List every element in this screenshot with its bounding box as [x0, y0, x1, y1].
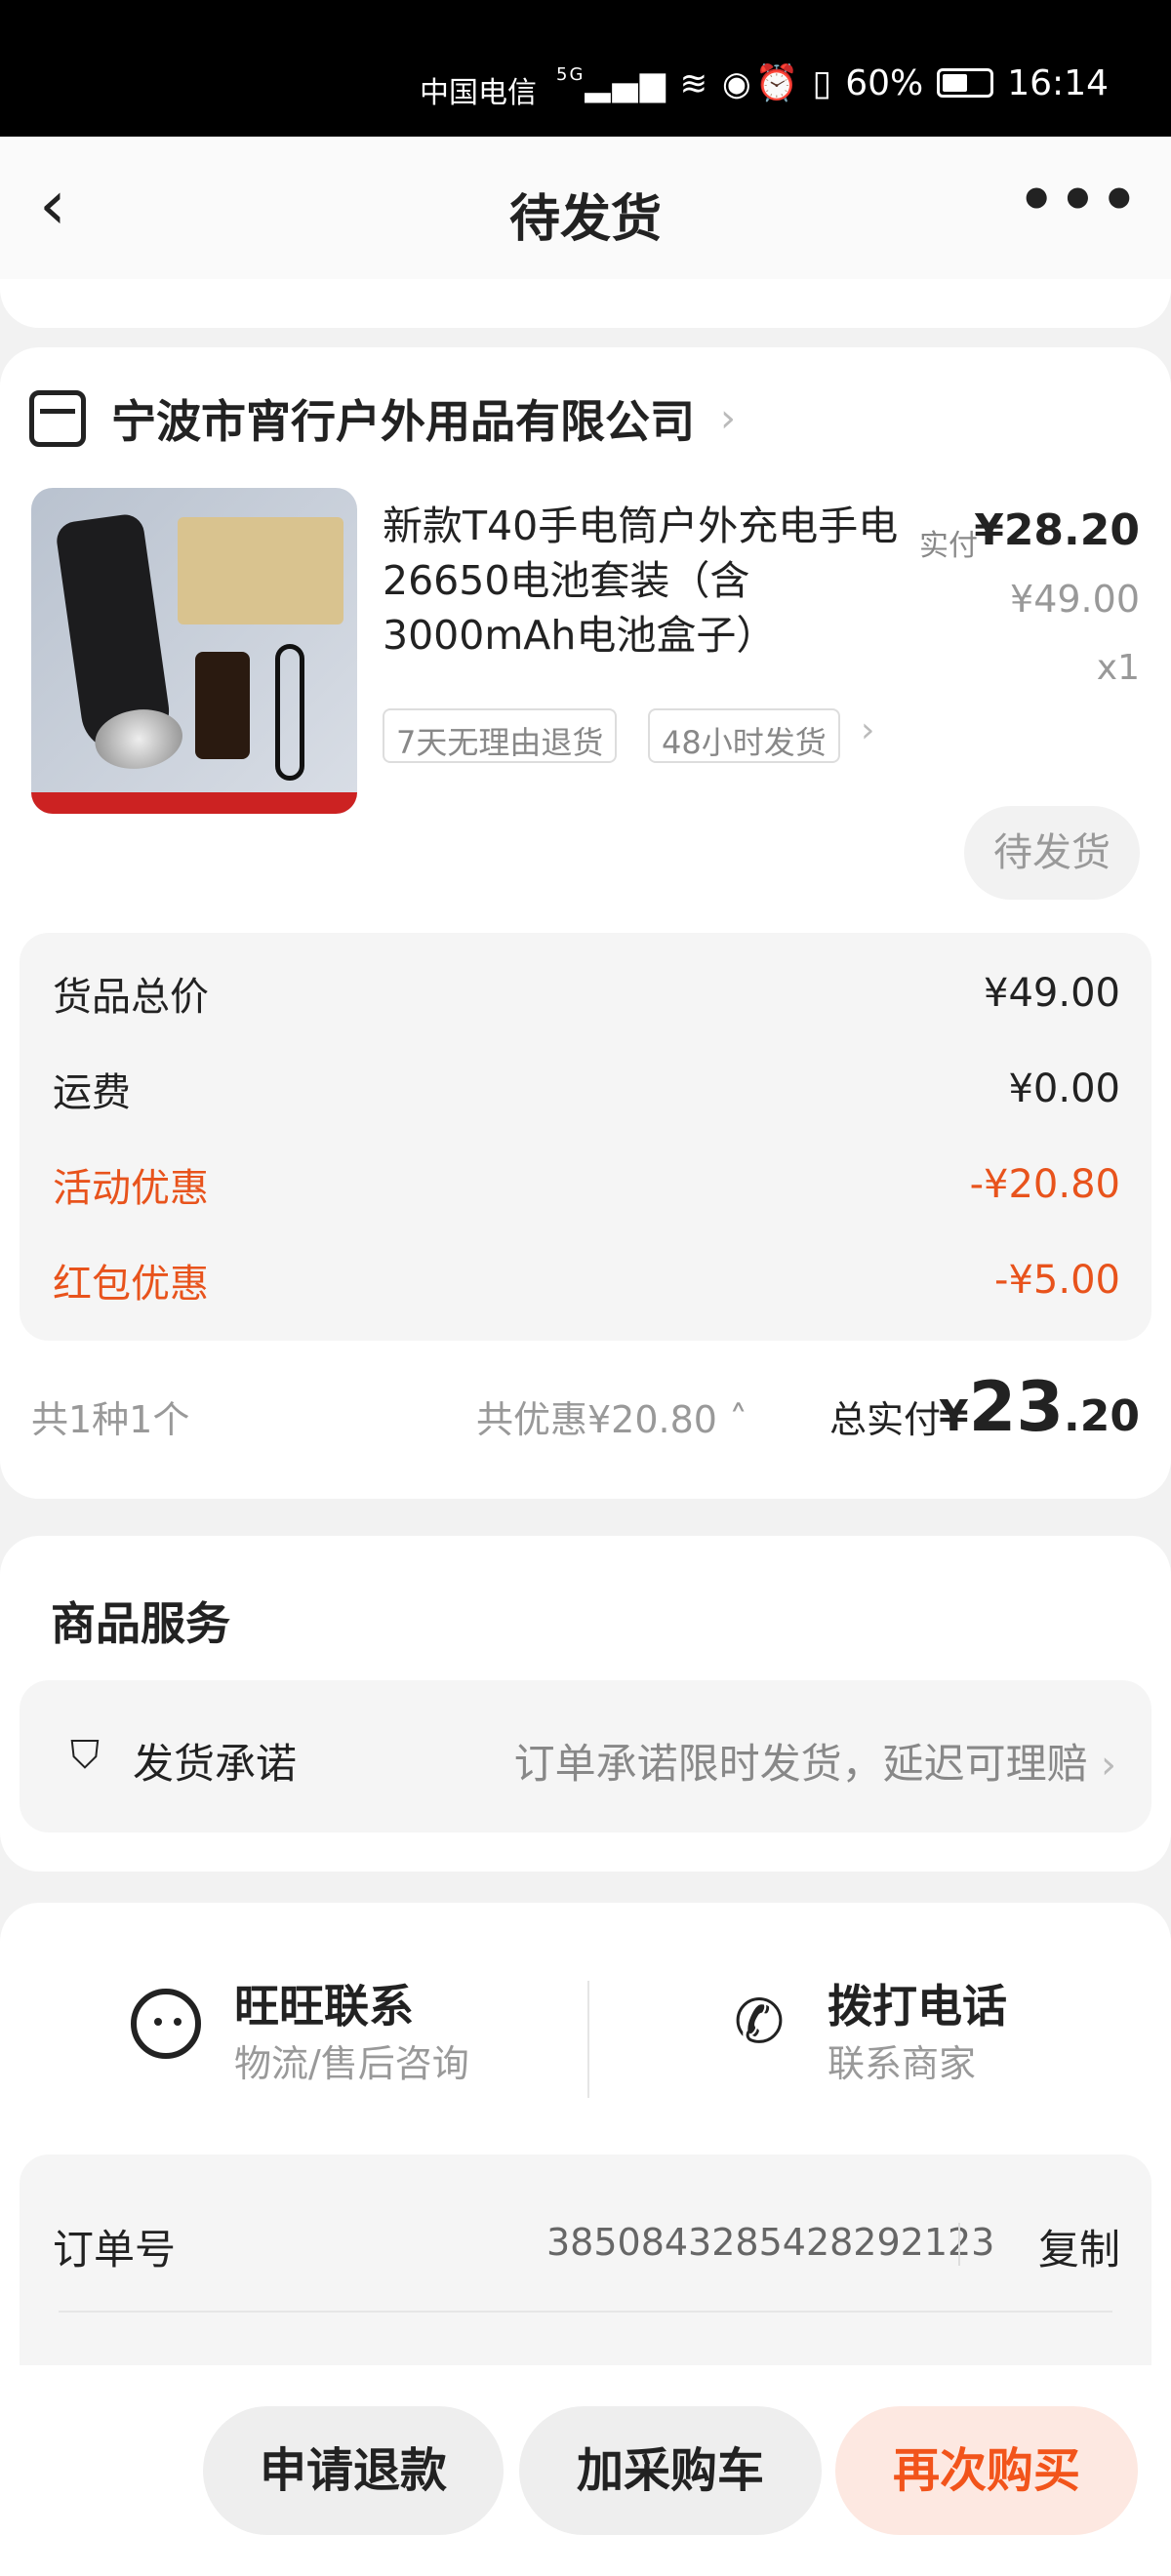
divider [587, 1981, 589, 2098]
price-breakdown: 货品总价 ¥49.00 运费 ¥0.00 活动优惠 -¥20.80 红包优惠 -… [20, 933, 1151, 1341]
store-name: 宁波市宵行户外用品有限公司 [111, 395, 695, 448]
price-label: 红包优惠 [53, 1262, 209, 1307]
discount-total[interactable]: 共优惠¥20.80 ˄ [476, 1389, 747, 1443]
price-row-redpacket: 红包优惠 -¥5.00 [53, 1251, 1120, 1309]
carrier-label: 中国电信 [420, 76, 537, 110]
wangwang-title: 旺旺联系 [234, 1980, 414, 2033]
store-row[interactable]: 宁波市宵行户外用品有限公司 › [29, 386, 736, 451]
nav-bar: ‹ 待发货 ••• [0, 137, 1171, 279]
copy-button[interactable]: 复制 [1038, 2217, 1120, 2276]
more-icon[interactable]: ••• [1018, 166, 1142, 234]
phone-subtitle: 联系商家 [828, 2042, 977, 2085]
refund-button[interactable]: 申请退款 [203, 2406, 504, 2535]
total-integer: 23 [968, 1367, 1065, 1447]
add-to-cart-button[interactable]: 加采购车 [519, 2406, 822, 2535]
total-label: 总实付 [829, 1398, 942, 1441]
item-count: 共1种1个 [31, 1398, 190, 1441]
price-label: 活动优惠 [53, 1166, 209, 1211]
phone-title: 拨打电话 [828, 1980, 1007, 2033]
network-label: 5G [556, 64, 586, 85]
wangwang-icon [131, 1989, 201, 2059]
service-name: 发货承诺 [133, 1740, 298, 1788]
price-label: 货品总价 [53, 975, 209, 1020]
currency-symbol: ¥ [939, 1391, 969, 1441]
chevron-right-icon: › [720, 396, 736, 441]
quantity: x1 [1096, 648, 1140, 688]
price-row-goods: 货品总价 ¥49.00 [53, 964, 1120, 1023]
service-row[interactable]: ⛉ 发货承诺 订单承诺限时发货，延迟可理赔 › [20, 1680, 1151, 1832]
price-row-promo: 活动优惠 -¥20.80 [53, 1155, 1120, 1214]
page-title: 待发货 [508, 190, 662, 249]
product-image[interactable] [31, 488, 357, 814]
status-bar: 中国电信 5G▂▄▆ ≋ ◉ ⏰ ▯ 60% 16:14 [0, 0, 1171, 137]
order-card: 宁波市宵行户外用品有限公司 › 新款T40手电筒户外充电手电26650电池套装（… [0, 347, 1171, 1499]
clock: 16:14 [1007, 62, 1109, 103]
battery-icon [937, 68, 994, 98]
chevron-right-icon: › [1101, 1743, 1116, 1788]
tag-shipping: 48小时发货 [648, 708, 840, 763]
action-bar: 申请退款 加采购车 再次购买 [0, 2365, 1171, 2576]
discount-text: 共优惠¥20.80 [476, 1398, 717, 1441]
battery-percent: 60% [845, 62, 924, 103]
price-value: ¥0.00 [1008, 1067, 1120, 1111]
price-value: -¥20.80 [969, 1162, 1120, 1207]
divider [59, 2311, 1112, 2313]
original-price: ¥49.00 [1010, 578, 1140, 621]
paid-price: ¥28.20 [974, 505, 1140, 555]
total-decimal: .20 [1064, 1391, 1140, 1441]
order-number: 3850843285428292123 [546, 2221, 995, 2264]
order-number-label: 订单号 [53, 2226, 177, 2274]
status-badge[interactable]: 待发货 [964, 806, 1140, 900]
alarm-icon: ⏰ [754, 63, 799, 103]
chevron-right-icon[interactable]: › [861, 710, 874, 750]
buy-again-button[interactable]: 再次购买 [835, 2406, 1138, 2535]
shield-check-icon: ⛉ [70, 1733, 100, 1778]
chevron-up-icon: ˄ [729, 1398, 748, 1441]
service-title: 商品服务 [51, 1597, 230, 1650]
tag-return: 7天无理由退货 [383, 708, 618, 763]
store-icon [29, 390, 86, 447]
price-value: -¥5.00 [994, 1258, 1120, 1303]
total-amount: ¥23.20 [939, 1367, 1140, 1447]
divider [958, 2223, 960, 2266]
phone-icon: ✆ [734, 1986, 785, 2057]
price-row-shipping: 运费 ¥0.00 [53, 1060, 1120, 1118]
service-card: 商品服务 ⛉ 发货承诺 订单承诺限时发货，延迟可理赔 › [0, 1536, 1171, 1872]
paid-label: 实付 [919, 529, 978, 563]
service-desc: 订单承诺限时发货，延迟可理赔 › [513, 1740, 1116, 1788]
vibrate-icon: ▯ [812, 62, 832, 103]
product-title[interactable]: 新款T40手电筒户外充电手电26650电池套装（含3000mAh电池盒子） [383, 499, 900, 663]
price-value: ¥49.00 [984, 971, 1120, 1016]
signal-wifi-icons: 5G▂▄▆ ≋ ◉ [556, 64, 753, 103]
price-label: 运费 [53, 1070, 131, 1115]
wangwang-subtitle: 物流/售后咨询 [234, 2042, 469, 2085]
previous-card-tail [0, 279, 1171, 328]
